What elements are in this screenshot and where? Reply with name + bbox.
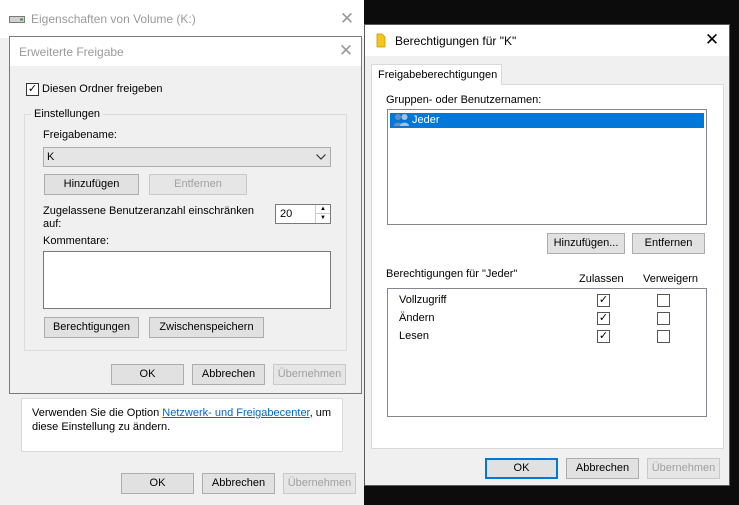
perm-for-label: Berechtigungen für "Jeder" bbox=[386, 268, 518, 280]
advanced-apply-button[interactable]: Übernehmen bbox=[273, 364, 346, 385]
tab-panel: Gruppen- oder Benutzernamen: Jeder Hinzu… bbox=[371, 84, 724, 449]
deny-full-control-checkbox[interactable] bbox=[657, 294, 670, 307]
volume-properties-titlebar[interactable]: Eigenschaften von Volume (K:) ✕ bbox=[0, 0, 364, 38]
allow-header: Zulassen bbox=[579, 273, 624, 285]
list-item-jeder[interactable]: Jeder bbox=[390, 113, 704, 128]
share-folder-checkbox[interactable]: ✓ bbox=[26, 83, 39, 96]
spinner-up-icon[interactable]: ▲ bbox=[315, 205, 330, 214]
allow-read-checkbox[interactable]: ✓ bbox=[597, 330, 610, 343]
allow-change-checkbox[interactable]: ✓ bbox=[597, 312, 610, 325]
volume-cancel-button[interactable]: Abbrechen bbox=[202, 473, 275, 494]
caching-button[interactable]: Zwischenspeichern bbox=[149, 317, 264, 338]
comments-textarea[interactable] bbox=[43, 251, 331, 309]
share-add-button[interactable]: Hinzufügen bbox=[44, 174, 139, 195]
drive-icon bbox=[9, 16, 25, 23]
permissions-button[interactable]: Berechtigungen bbox=[44, 317, 139, 338]
permissions-title: Berechtigungen für "K" bbox=[395, 34, 517, 48]
user-limit-label-line2: auf: bbox=[43, 218, 62, 230]
volume-info-line1: Verwenden Sie die Option Netzwerk- und F… bbox=[32, 407, 332, 419]
settings-group-title: Einstellungen bbox=[31, 108, 104, 120]
volume-apply-button[interactable]: Übernehmen bbox=[283, 473, 356, 494]
share-remove-button[interactable]: Entfernen bbox=[149, 174, 247, 195]
user-limit-value: 20 bbox=[280, 208, 293, 220]
chevron-down-icon bbox=[316, 154, 326, 160]
groups-listbox[interactable]: Jeder bbox=[387, 109, 707, 225]
perm-remove-button[interactable]: Entfernen bbox=[632, 233, 705, 254]
users-icon bbox=[393, 114, 409, 126]
tab-share-permissions[interactable]: Freigabeberechtigungen bbox=[371, 64, 502, 85]
perm-cancel-button[interactable]: Abbrechen bbox=[566, 458, 639, 479]
volume-close-icon[interactable]: ✕ bbox=[336, 8, 358, 30]
volume-info-panel: Verwenden Sie die Option Netzwerk- und F… bbox=[21, 398, 343, 452]
perm-ok-button[interactable]: OK bbox=[485, 458, 558, 479]
folder-icon bbox=[376, 33, 386, 48]
share-name-label: Freigabename: bbox=[43, 129, 117, 141]
volume-properties-title: Eigenschaften von Volume (K:) bbox=[31, 12, 196, 26]
deny-change-checkbox[interactable] bbox=[657, 312, 670, 325]
perm-apply-button[interactable]: Übernehmen bbox=[647, 458, 720, 479]
deny-read-checkbox[interactable] bbox=[657, 330, 670, 343]
perm-add-button[interactable]: Hinzufügen... bbox=[547, 233, 625, 254]
perm-row-label: Lesen bbox=[399, 330, 429, 342]
advanced-ok-button[interactable]: OK bbox=[111, 364, 184, 385]
deny-header: Verweigern bbox=[643, 273, 699, 285]
advanced-share-window: Erweiterte Freigabe ✕ ✓ Diesen Ordner fr… bbox=[9, 36, 362, 394]
allow-full-control-checkbox[interactable]: ✓ bbox=[597, 294, 610, 307]
user-limit-spinner[interactable]: 20 ▲ ▼ bbox=[275, 204, 331, 224]
permissions-titlebar[interactable]: Berechtigungen für "K" ✕ bbox=[365, 25, 729, 56]
advanced-share-close-icon[interactable]: ✕ bbox=[335, 40, 357, 62]
share-name-combobox[interactable]: K bbox=[43, 147, 331, 167]
comments-label: Kommentare: bbox=[43, 235, 110, 247]
permissions-list: Vollzugriff ✓ Ändern ✓ Lesen ✓ bbox=[387, 288, 707, 417]
share-folder-label: Diesen Ordner freigeben bbox=[42, 83, 163, 95]
advanced-share-title: Erweiterte Freigabe bbox=[19, 45, 124, 59]
permissions-close-icon[interactable]: ✕ bbox=[701, 29, 723, 51]
user-limit-label-line1: Zugelassene Benutzeranzahl einschränken bbox=[43, 205, 254, 217]
spinner-down-icon[interactable]: ▼ bbox=[315, 214, 330, 223]
advanced-share-titlebar[interactable]: Erweiterte Freigabe ✕ bbox=[10, 37, 361, 66]
permissions-window: Berechtigungen für "K" ✕ Freigabeberecht… bbox=[364, 24, 730, 486]
volume-ok-button[interactable]: OK bbox=[121, 473, 194, 494]
perm-row-label: Ändern bbox=[399, 312, 435, 324]
perm-row-label: Vollzugriff bbox=[399, 294, 447, 306]
groups-label: Gruppen- oder Benutzernamen: bbox=[386, 94, 542, 106]
network-center-link[interactable]: Netzwerk- und Freigabecenter bbox=[162, 407, 309, 419]
volume-info-line2: diese Einstellung zu ändern. bbox=[32, 421, 171, 433]
advanced-cancel-button[interactable]: Abbrechen bbox=[192, 364, 265, 385]
